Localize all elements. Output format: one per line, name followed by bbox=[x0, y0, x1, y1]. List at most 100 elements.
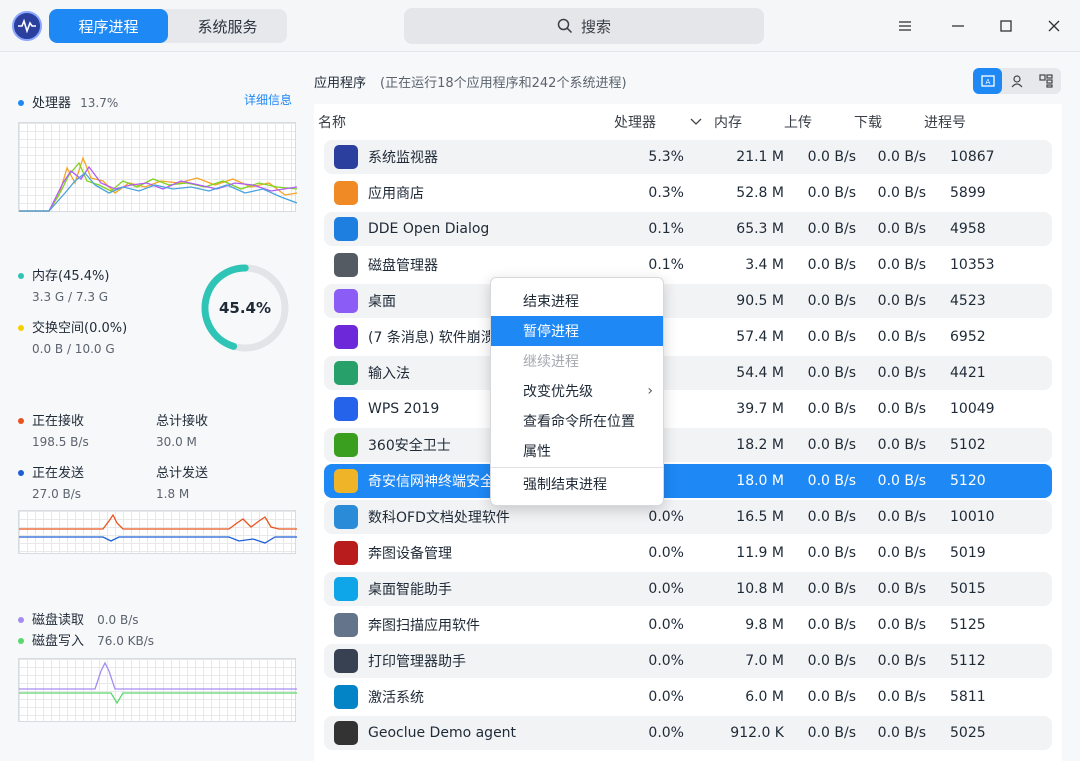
total-send-label: 总计发送 bbox=[156, 466, 209, 481]
send-legend-dot bbox=[18, 469, 24, 476]
table-row[interactable]: 应用商店 0.3% 52.8 M 0.0 B/s 0.0 B/s 5899 bbox=[324, 176, 1052, 210]
process-download: 0.0 B/s bbox=[877, 509, 926, 525]
process-cpu: 0.3% bbox=[648, 185, 684, 201]
menu-item-suspend-process[interactable]: 暂停进程 bbox=[491, 316, 663, 346]
process-memory: 57.4 M bbox=[736, 329, 784, 345]
table-row[interactable]: 激活系统 0.0% 6.0 M 0.0 B/s 0.0 B/s 5811 bbox=[324, 680, 1052, 714]
process-cpu: 0.0% bbox=[648, 725, 684, 741]
tree-view-icon[interactable] bbox=[1031, 68, 1060, 94]
menu-item-change-priority[interactable]: 改变优先级 › bbox=[491, 376, 663, 406]
process-pid: 6952 bbox=[950, 329, 986, 345]
app-view-icon[interactable]: A bbox=[973, 68, 1002, 94]
table-row[interactable]: 输入法 54.4 M 0.0 B/s 0.0 B/s 4421 bbox=[324, 356, 1052, 390]
disk-write-legend-dot bbox=[18, 637, 24, 644]
process-name: 桌面智能助手 bbox=[368, 582, 452, 598]
table-row[interactable]: 桌面 90.5 M 0.0 B/s 0.0 B/s 4523 bbox=[324, 284, 1052, 318]
app-icon bbox=[334, 613, 358, 637]
process-memory: 39.7 M bbox=[736, 401, 784, 417]
process-pid: 5112 bbox=[950, 653, 986, 669]
menu-item-resume-process: 继续进程 bbox=[523, 354, 579, 370]
process-cpu: 0.0% bbox=[648, 653, 684, 669]
process-download: 0.0 B/s bbox=[877, 581, 926, 597]
process-upload: 0.0 B/s bbox=[807, 509, 856, 525]
process-download: 0.0 B/s bbox=[877, 437, 926, 453]
table-row[interactable]: 桌面智能助手 0.0% 10.8 M 0.0 B/s 0.0 B/s 5015 bbox=[324, 572, 1052, 606]
search-input[interactable]: 搜索 bbox=[404, 8, 764, 44]
context-menu: 结束进程 暂停进程 继续进程 改变优先级 › 查看命令所在位置 属性 强制结束进… bbox=[490, 277, 664, 506]
menu-item-end-process[interactable]: 结束进程 bbox=[491, 286, 663, 316]
process-download: 0.0 B/s bbox=[877, 725, 926, 741]
minimize-icon[interactable] bbox=[946, 14, 970, 38]
table-row[interactable]: 360安全卫士 18.2 M 0.0 B/s 0.0 B/s 5102 bbox=[324, 428, 1052, 462]
app-icon bbox=[334, 649, 358, 673]
send-label: 正在发送 bbox=[32, 466, 85, 481]
process-cpu: 5.3% bbox=[648, 149, 684, 165]
tab-services[interactable]: 系统服务 bbox=[168, 9, 287, 43]
table-row[interactable]: 奔图设备管理 0.0% 11.9 M 0.0 B/s 0.0 B/s 5019 bbox=[324, 536, 1052, 570]
process-pid: 5015 bbox=[950, 581, 986, 597]
process-cpu: 0.0% bbox=[648, 509, 684, 525]
app-icon bbox=[334, 577, 358, 601]
process-pid: 4421 bbox=[950, 365, 986, 381]
menu-icon[interactable] bbox=[893, 14, 917, 38]
chevron-right-icon: › bbox=[647, 383, 653, 399]
net-total-send: 总计发送 1.8 M bbox=[156, 462, 208, 501]
table-row[interactable]: WPS 2019 39.7 M 0.0 B/s 0.0 B/s 10049 bbox=[324, 392, 1052, 426]
search-placeholder: 搜索 bbox=[580, 17, 611, 36]
swap-summary: 交换空间(0.0%) 0.0 B / 10.0 G bbox=[18, 317, 127, 356]
col-cpu[interactable]: 处理器 bbox=[614, 112, 690, 132]
table-row[interactable]: Geoclue Demo agent 0.0% 912.0 K 0.0 B/s 0.0 … bbox=[324, 716, 1052, 750]
process-memory: 10.8 M bbox=[736, 581, 784, 597]
swap-legend-dot bbox=[18, 324, 24, 331]
process-memory: 18.0 M bbox=[736, 473, 784, 489]
process-memory: 11.9 M bbox=[736, 545, 784, 561]
table-row[interactable]: 奔图扫描应用软件 0.0% 9.8 M 0.0 B/s 0.0 B/s 5125 bbox=[324, 608, 1052, 642]
disk-write-label: 磁盘写入 bbox=[32, 634, 85, 649]
col-name[interactable]: 名称 bbox=[314, 112, 614, 132]
maximize-icon[interactable] bbox=[994, 14, 1018, 38]
process-memory: 9.8 M bbox=[745, 617, 784, 633]
search-icon bbox=[557, 18, 573, 34]
app-icon bbox=[334, 397, 358, 421]
table-row[interactable]: 系统监视器 5.3% 21.1 M 0.0 B/s 0.0 B/s 10867 bbox=[324, 140, 1052, 174]
process-cpu: 0.0% bbox=[648, 545, 684, 561]
cpu-summary: 处理器 13.7% bbox=[18, 92, 118, 111]
memory-legend-dot bbox=[18, 272, 24, 279]
process-pid: 5125 bbox=[950, 617, 986, 633]
menu-item-properties[interactable]: 属性 bbox=[491, 436, 663, 466]
process-pid: 10010 bbox=[950, 509, 995, 525]
process-upload: 0.0 B/s bbox=[807, 437, 856, 453]
menu-item-force-kill[interactable]: 强制结束进程 bbox=[491, 469, 663, 499]
table-row[interactable]: DDE Open Dialog 0.1% 65.3 M 0.0 B/s 0.0 B/s 4… bbox=[324, 212, 1052, 246]
col-pid[interactable]: 进程号 bbox=[924, 112, 994, 132]
cpu-detail-link[interactable]: 详细信息 bbox=[244, 91, 292, 108]
user-view-icon[interactable] bbox=[1002, 68, 1031, 94]
section-title: 应用程序 bbox=[314, 76, 367, 91]
process-name: 激活系统 bbox=[368, 690, 424, 706]
system-monitor-logo-icon bbox=[12, 11, 42, 41]
disk-read-label: 磁盘读取 bbox=[32, 613, 85, 628]
table-row[interactable]: 打印管理器助手 0.0% 7.0 M 0.0 B/s 0.0 B/s 5112 bbox=[324, 644, 1052, 678]
table-row[interactable]: 奇安信网神终端安全 18.0 M 0.0 B/s 0.0 B/s 5120 bbox=[324, 464, 1052, 498]
process-upload: 0.0 B/s bbox=[807, 149, 856, 165]
table-row[interactable]: 磁盘管理器 0.1% 3.4 M 0.0 B/s 0.0 B/s 10353 bbox=[324, 248, 1052, 282]
app-icon bbox=[334, 145, 358, 169]
menu-item-view-command-location[interactable]: 查看命令所在位置 bbox=[491, 406, 663, 436]
disk-chart bbox=[18, 658, 297, 722]
process-cpu: 0.1% bbox=[648, 221, 684, 237]
table-row[interactable]: 数科OFD文档处理软件 0.0% 16.5 M 0.0 B/s 0.0 B/s 10010 bbox=[324, 500, 1052, 534]
col-download[interactable]: 下载 bbox=[854, 112, 924, 132]
table-row[interactable]: (7 条消息) 软件崩溃 57.4 M 0.0 B/s 0.0 B/s 6952 bbox=[324, 320, 1052, 354]
sort-chevron-down-icon[interactable] bbox=[690, 114, 714, 130]
table-header: 名称 处理器 内存 上传 下载 进程号 bbox=[314, 104, 1062, 140]
col-upload[interactable]: 上传 bbox=[784, 112, 854, 132]
process-download: 0.0 B/s bbox=[877, 257, 926, 273]
tab-processes[interactable]: 程序进程 bbox=[49, 9, 168, 43]
svg-text:A: A bbox=[985, 78, 990, 86]
process-name: 应用商店 bbox=[368, 186, 424, 202]
col-memory[interactable]: 内存 bbox=[714, 112, 784, 132]
process-download: 0.0 B/s bbox=[877, 401, 926, 417]
close-icon[interactable] bbox=[1042, 14, 1066, 38]
app-icon bbox=[334, 361, 358, 385]
process-name: 系统监视器 bbox=[368, 150, 438, 166]
